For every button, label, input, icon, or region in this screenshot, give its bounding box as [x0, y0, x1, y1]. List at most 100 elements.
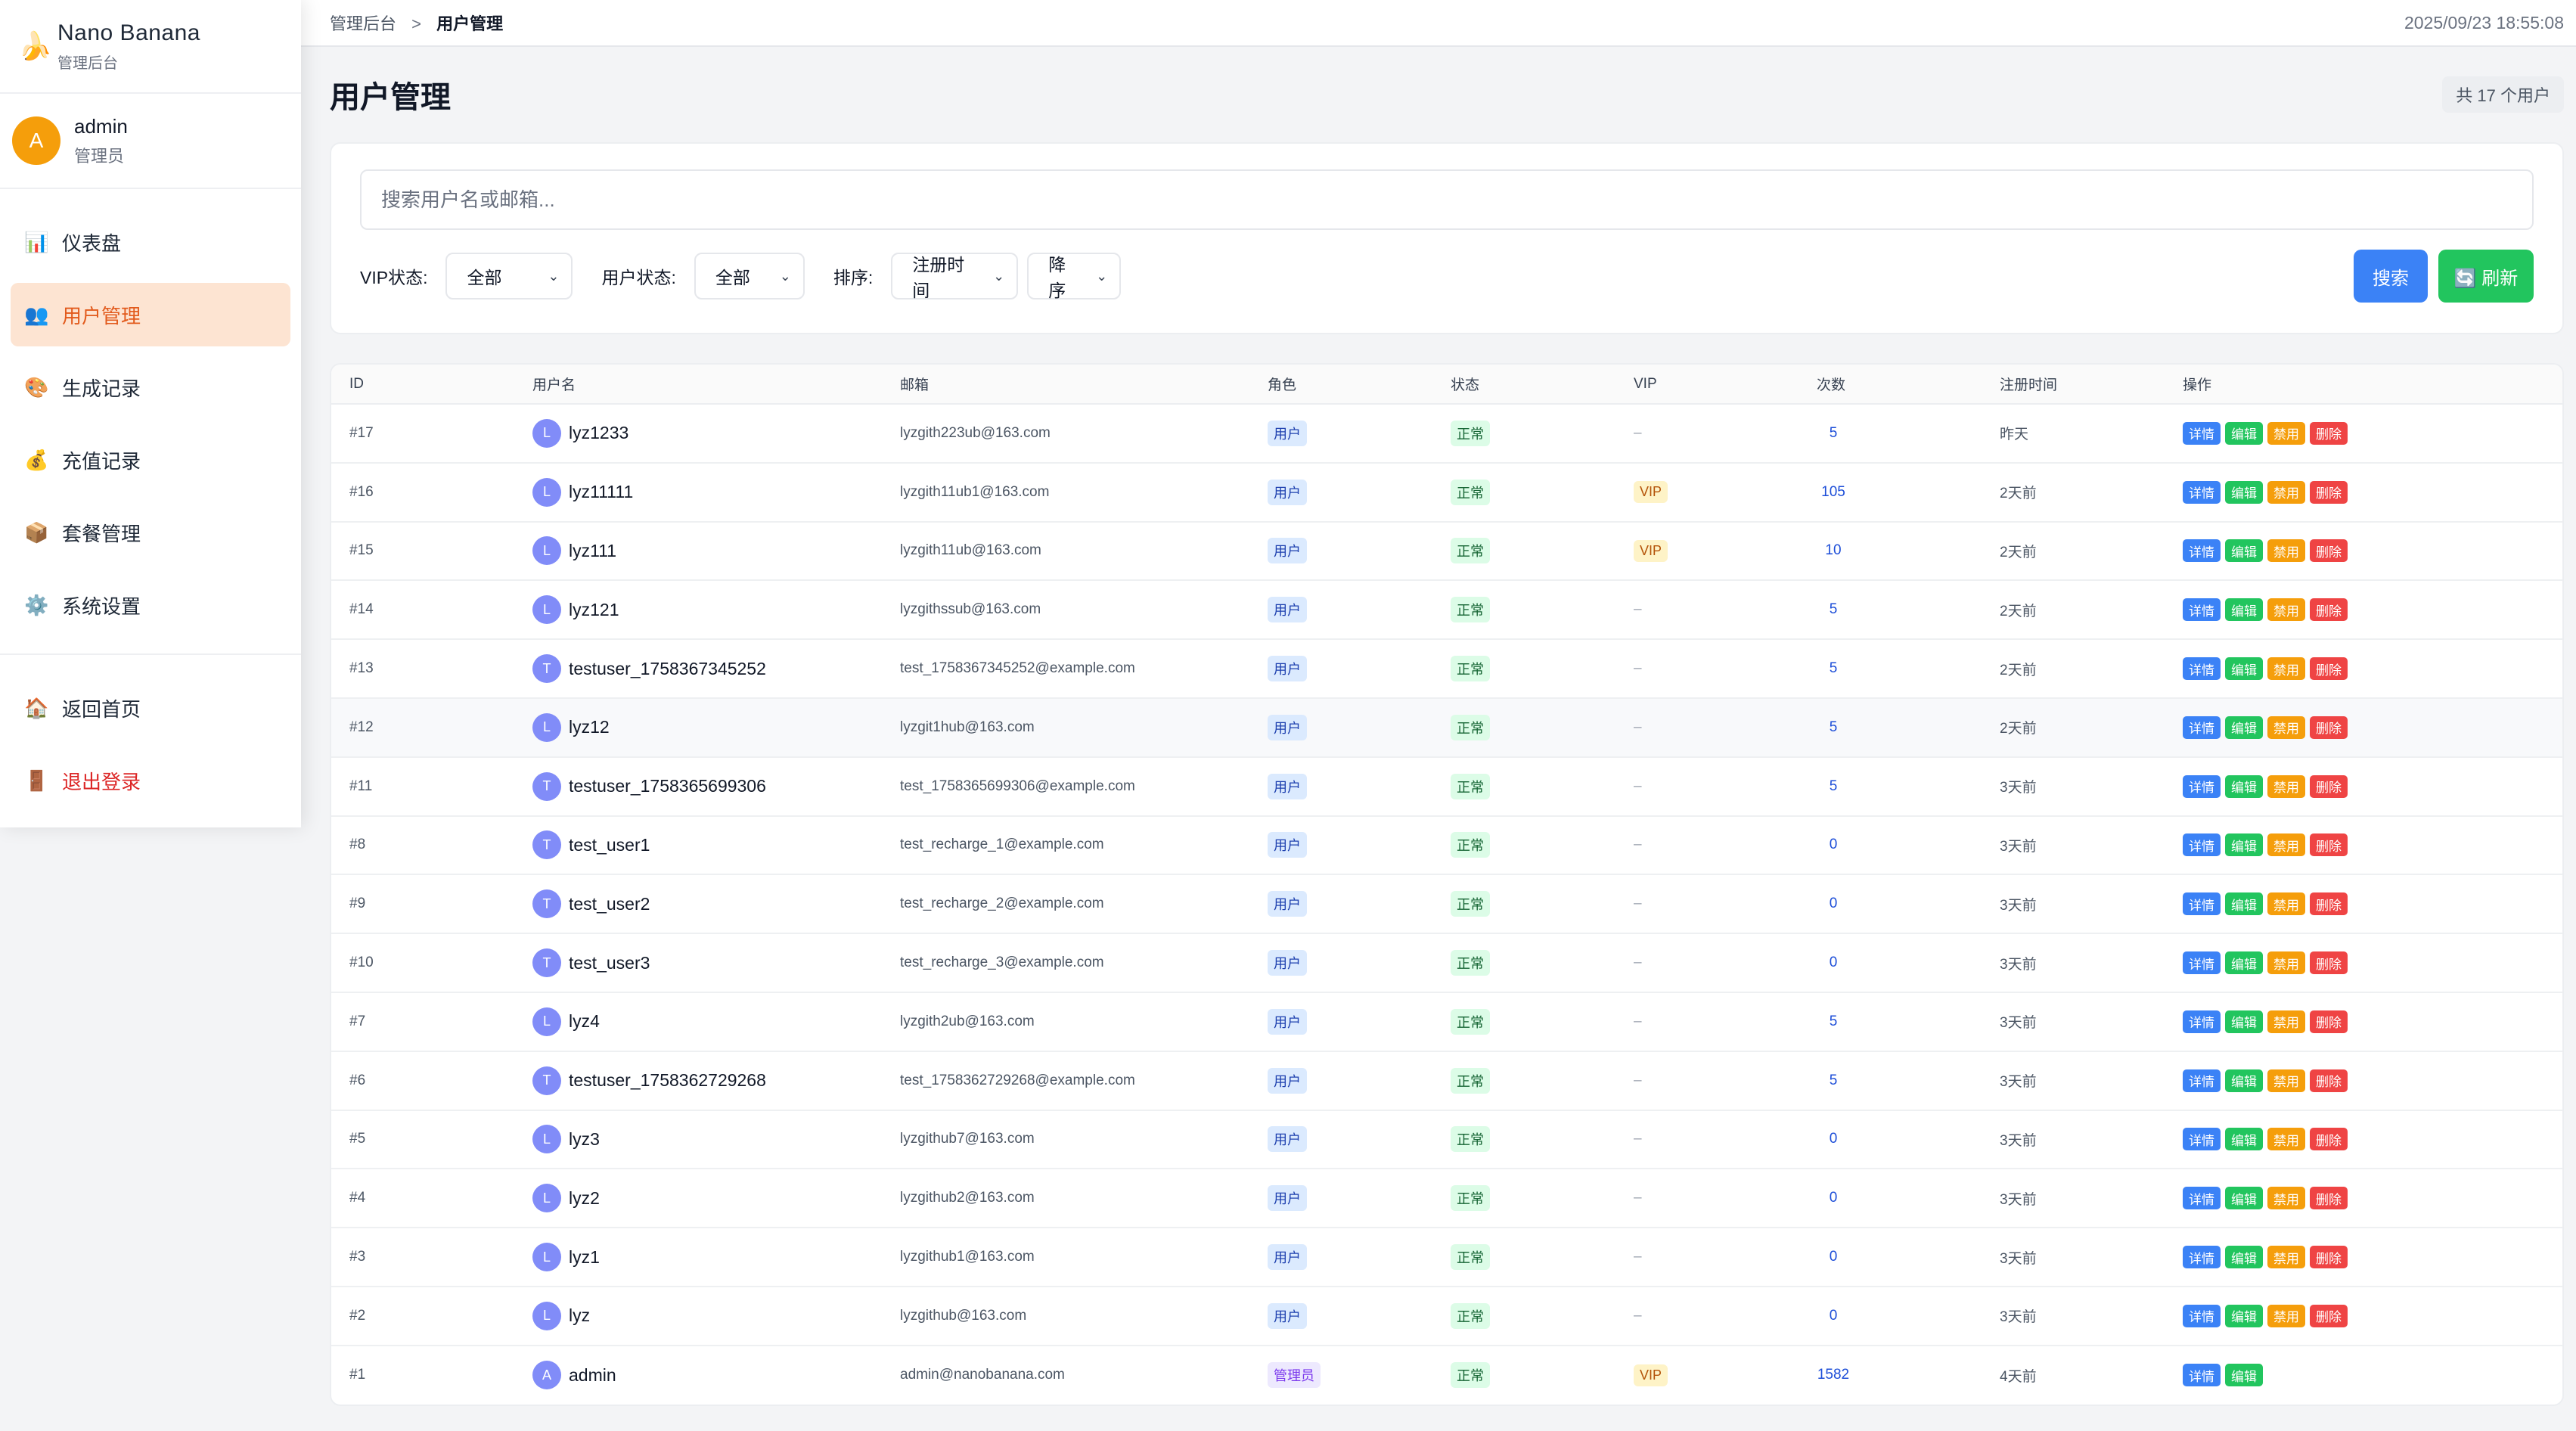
ban-button[interactable]: 禁用 [2267, 716, 2305, 739]
delete-button[interactable]: 删除 [2310, 480, 2348, 504]
vip-filter-select[interactable]: 全部 ⌄ [445, 253, 573, 300]
detail-button[interactable]: 详情 [2183, 1246, 2221, 1269]
sidebar-item-logout[interactable]: 🚪 退出登录 [11, 749, 290, 812]
cell-username: L lyz12 [514, 697, 882, 758]
detail-button[interactable]: 详情 [2183, 892, 2221, 916]
delete-button[interactable]: 删除 [2310, 539, 2348, 563]
ban-button[interactable]: 禁用 [2267, 951, 2305, 975]
table-row: #14 L lyz121 lyzgithssub@163.com 用户 正常 –… [331, 580, 2562, 641]
cell-status: 正常 [1432, 639, 1615, 699]
detail-button[interactable]: 详情 [2183, 951, 2221, 975]
sidebar-item-dashboard[interactable]: 📊 仪表盘 [11, 210, 290, 274]
ban-button[interactable]: 禁用 [2267, 539, 2305, 563]
delete-button[interactable]: 删除 [2310, 421, 2348, 445]
cell-registered: 4天前 [2000, 1368, 2037, 1385]
delete-button[interactable]: 删除 [2310, 1069, 2348, 1092]
ban-button[interactable]: 禁用 [2267, 1128, 2305, 1151]
status-filter-select[interactable]: 全部 ⌄ [694, 253, 805, 300]
delete-button[interactable]: 删除 [2310, 1246, 2348, 1269]
vip-badge: VIP [1634, 1364, 1668, 1386]
sort-order-select[interactable]: 降序 ⌄ [1027, 253, 1122, 300]
col-header-vip: VIP [1615, 365, 1799, 405]
delete-button[interactable]: 删除 [2310, 833, 2348, 857]
edit-button[interactable]: 编辑 [2225, 1246, 2263, 1269]
edit-button[interactable]: 编辑 [2225, 598, 2263, 622]
delete-button[interactable]: 删除 [2310, 951, 2348, 975]
edit-button[interactable]: 编辑 [2225, 1069, 2263, 1092]
edit-button[interactable]: 编辑 [2225, 892, 2263, 916]
cell-count: 0 [1799, 874, 1982, 935]
sort-field-select[interactable]: 注册时间 ⌄ [891, 253, 1019, 300]
detail-button[interactable]: 详情 [2183, 598, 2221, 622]
detail-button[interactable]: 详情 [2183, 716, 2221, 739]
cell-username: L lyz1233 [514, 404, 882, 464]
detail-button[interactable]: 详情 [2183, 1069, 2221, 1092]
delete-button[interactable]: 删除 [2310, 774, 2348, 798]
ban-button[interactable]: 禁用 [2267, 1187, 2305, 1210]
edit-button[interactable]: 编辑 [2225, 539, 2263, 563]
detail-button[interactable]: 详情 [2183, 1128, 2221, 1151]
filter-row: VIP状态: 全部 ⌄ 用户状态: 全部 ⌄ 排序: 注册时间 ⌄ 降序 ⌄ 搜… [360, 250, 2534, 303]
role-badge: 用户 [1268, 656, 1307, 682]
edit-button[interactable]: 编辑 [2225, 716, 2263, 739]
ban-button[interactable]: 禁用 [2267, 1069, 2305, 1092]
sidebar-item-home[interactable]: 🏠 返回首页 [11, 676, 290, 740]
detail-button[interactable]: 详情 [2183, 1010, 2221, 1033]
detail-button[interactable]: 详情 [2183, 1187, 2221, 1210]
brand[interactable]: 🍌 Nano Banana 管理后台 [0, 0, 301, 94]
search-button[interactable]: 搜索 [2354, 250, 2428, 303]
detail-button[interactable]: 详情 [2183, 1364, 2221, 1387]
cell-role: 用户 [1249, 521, 1432, 582]
cell-vip: – [1615, 1110, 1799, 1170]
detail-button[interactable]: 详情 [2183, 1304, 2221, 1327]
ban-button[interactable]: 禁用 [2267, 480, 2305, 504]
detail-button[interactable]: 详情 [2183, 774, 2221, 798]
sidebar-item-recharges[interactable]: 💰 充值记录 [11, 428, 290, 492]
refresh-button[interactable]: 🔄 刷新 [2438, 250, 2534, 303]
ban-button[interactable]: 禁用 [2267, 892, 2305, 916]
sidebar-item-users[interactable]: 👥 用户管理 [11, 283, 290, 346]
detail-button[interactable]: 详情 [2183, 539, 2221, 563]
breadcrumb-root[interactable]: 管理后台 [330, 14, 396, 33]
ban-button[interactable]: 禁用 [2267, 1010, 2305, 1033]
delete-button[interactable]: 删除 [2310, 892, 2348, 916]
ban-button[interactable]: 禁用 [2267, 774, 2305, 798]
delete-button[interactable]: 删除 [2310, 716, 2348, 739]
sidebar-item-settings[interactable]: ⚙️ 系统设置 [11, 573, 290, 637]
search-input[interactable] [360, 169, 2534, 230]
delete-button[interactable]: 删除 [2310, 1304, 2348, 1327]
detail-button[interactable]: 详情 [2183, 421, 2221, 445]
edit-button[interactable]: 编辑 [2225, 1010, 2263, 1033]
edit-button[interactable]: 编辑 [2225, 833, 2263, 857]
edit-button[interactable]: 编辑 [2225, 657, 2263, 681]
ban-button[interactable]: 禁用 [2267, 421, 2305, 445]
table-row: #9 T test_user2 test_recharge_2@example.… [331, 874, 2562, 935]
edit-button[interactable]: 编辑 [2225, 774, 2263, 798]
detail-button[interactable]: 详情 [2183, 833, 2221, 857]
chevron-down-icon: ⌄ [1096, 268, 1108, 284]
ban-button[interactable]: 禁用 [2267, 1246, 2305, 1269]
ban-button[interactable]: 禁用 [2267, 833, 2305, 857]
edit-button[interactable]: 编辑 [2225, 421, 2263, 445]
delete-button[interactable]: 删除 [2310, 598, 2348, 622]
cell-registered: 3天前 [1982, 756, 2165, 817]
delete-button[interactable]: 删除 [2310, 1128, 2348, 1151]
username-text: lyz11111 [569, 482, 634, 502]
edit-button[interactable]: 编辑 [2225, 480, 2263, 504]
edit-button[interactable]: 编辑 [2225, 1304, 2263, 1327]
detail-button[interactable]: 详情 [2183, 480, 2221, 504]
edit-button[interactable]: 编辑 [2225, 1128, 2263, 1151]
ban-button[interactable]: 禁用 [2267, 1304, 2305, 1327]
edit-button[interactable]: 编辑 [2225, 951, 2263, 975]
sidebar-item-generations[interactable]: 🎨 生成记录 [11, 355, 290, 419]
delete-button[interactable]: 删除 [2310, 1010, 2348, 1033]
breadcrumb-separator: > [411, 14, 421, 33]
ban-button[interactable]: 禁用 [2267, 598, 2305, 622]
delete-button[interactable]: 删除 [2310, 1187, 2348, 1210]
detail-button[interactable]: 详情 [2183, 657, 2221, 681]
edit-button[interactable]: 编辑 [2225, 1364, 2263, 1387]
delete-button[interactable]: 删除 [2310, 657, 2348, 681]
edit-button[interactable]: 编辑 [2225, 1187, 2263, 1210]
ban-button[interactable]: 禁用 [2267, 657, 2305, 681]
sidebar-item-packages[interactable]: 📦 套餐管理 [11, 501, 290, 564]
